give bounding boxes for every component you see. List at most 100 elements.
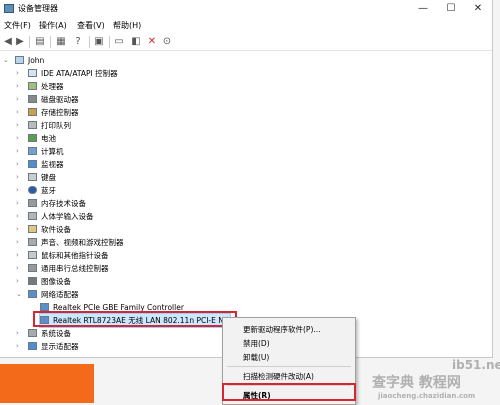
- category-label: 声音、视频和游戏控制器: [41, 238, 124, 247]
- category-label: 软件设备: [41, 225, 71, 234]
- update-driver-icon[interactable]: ◧: [131, 37, 141, 47]
- menu-separator: [227, 366, 351, 367]
- watermark-brand: 查字典 教程网: [372, 375, 461, 391]
- category-label: 键盘: [41, 173, 56, 182]
- system-device-icon: [28, 329, 37, 337]
- expand-arrow-icon[interactable]: ›: [16, 262, 24, 275]
- processor-icon: [28, 82, 37, 90]
- expand-arrow-icon[interactable]: ›: [16, 132, 24, 145]
- memory-device-icon: [28, 199, 37, 207]
- toolbar-separator: [109, 36, 110, 48]
- device-manager-icon: [4, 4, 14, 13]
- expand-arrow-icon[interactable]: ›: [16, 275, 24, 288]
- minimize-button[interactable]: —: [409, 0, 437, 18]
- expand-arrow-icon[interactable]: ›: [16, 236, 24, 249]
- category-label: 电池: [41, 134, 56, 143]
- menu-uninstall[interactable]: 卸载(U): [243, 352, 269, 363]
- menu-update-driver[interactable]: 更新驱动程序软件(P)...: [243, 324, 321, 335]
- category-label: 系统设备: [41, 329, 71, 338]
- category-label: 计算机: [41, 147, 64, 156]
- menu-disable[interactable]: 禁用(D): [243, 338, 270, 349]
- battery-icon: [28, 134, 37, 142]
- properties-icon[interactable]: ▦: [56, 37, 66, 47]
- menu-action[interactable]: 操作(A): [39, 20, 67, 31]
- mouse-icon: [28, 251, 37, 259]
- highlight-box-properties: [222, 383, 356, 401]
- network-adapter-icon: [28, 290, 37, 298]
- watermark-url: jiaocheng.chazidian.com: [378, 392, 476, 400]
- computer-icon: [15, 56, 24, 64]
- forward-icon[interactable]: ▶: [15, 37, 25, 47]
- close-button[interactable]: ✕: [464, 0, 492, 18]
- expand-arrow-icon[interactable]: ›: [16, 197, 24, 210]
- expand-arrow-icon[interactable]: ›: [16, 158, 24, 171]
- uninstall-icon[interactable]: ✕: [147, 37, 157, 47]
- toolbar-separator: [89, 36, 90, 48]
- category-label: 处理器: [41, 82, 64, 91]
- storage-controller-icon: [28, 108, 37, 116]
- maximize-button[interactable]: ☐: [437, 0, 465, 18]
- category-label: 显示适配器: [41, 342, 79, 351]
- expand-arrow-icon[interactable]: ›: [16, 93, 24, 106]
- toolbar-separator: [50, 36, 51, 48]
- ide-controller-icon: [28, 69, 37, 77]
- expand-arrow-icon[interactable]: ›: [16, 210, 24, 223]
- device-manager-window: 设备管理器 — ☐ ✕ 文件(F) 操作(A) 查看(V) 帮助(H) ◀ ▶ …: [0, 0, 493, 358]
- computer-icon: [28, 147, 37, 155]
- expand-arrow-icon[interactable]: ›: [16, 171, 24, 184]
- category-label: 网络适配器: [41, 290, 79, 299]
- expand-arrow-icon[interactable]: ›: [16, 184, 24, 197]
- category-label: 监视器: [41, 160, 64, 169]
- bluetooth-icon: [28, 186, 37, 194]
- expand-arrow-icon[interactable]: ›: [16, 145, 24, 158]
- sheet-icon[interactable]: ▣: [94, 37, 104, 47]
- expand-arrow-icon[interactable]: ›: [16, 249, 24, 262]
- menu-scan-hardware[interactable]: 扫描检测硬件改动(A): [243, 371, 314, 382]
- toolbar-separator: [29, 36, 30, 48]
- back-icon[interactable]: ◀: [3, 37, 13, 47]
- highlight-box-device: [33, 311, 237, 327]
- expand-arrow-icon[interactable]: ›: [16, 80, 24, 93]
- sound-icon: [28, 238, 37, 246]
- scan-hardware-icon[interactable]: ▭: [114, 37, 124, 47]
- collapse-arrow-icon[interactable]: ⌄: [16, 288, 24, 301]
- expand-arrow-icon[interactable]: ›: [16, 223, 24, 236]
- desktop-background: [0, 364, 94, 403]
- expand-arrow-icon[interactable]: ›: [16, 106, 24, 119]
- category-label: IDE ATA/ATAPI 控制器: [41, 69, 118, 78]
- watermark-site: ib51.net: [452, 358, 500, 372]
- expand-arrow-icon[interactable]: ›: [16, 67, 24, 80]
- category-label: 人体学输入设备: [41, 212, 94, 221]
- toolbar: ◀ ▶ ▤ ▦ ? ▣ ▭ ◧ ✕ ⊙: [0, 34, 492, 51]
- category-label: 鼠标和其他指针设备: [41, 251, 109, 260]
- expand-arrow-icon[interactable]: ›: [16, 119, 24, 132]
- title-bar: 设备管理器 — ☐ ✕: [0, 0, 492, 18]
- category-label: 磁盘驱动器: [41, 95, 79, 104]
- collapse-arrow-icon[interactable]: ⌄: [3, 54, 11, 67]
- category-label: 打印队列: [41, 121, 71, 130]
- camera-icon: [28, 277, 37, 285]
- menu-view[interactable]: 查看(V): [77, 20, 105, 31]
- enable-device-icon[interactable]: ⊙: [162, 37, 172, 47]
- usb-icon: [28, 264, 37, 272]
- display-adapter-icon: [28, 342, 37, 350]
- menu-help[interactable]: 帮助(H): [113, 20, 141, 31]
- network-adapter-icon: [40, 303, 49, 311]
- help-icon[interactable]: ?: [73, 37, 83, 47]
- expand-arrow-icon[interactable]: ›: [16, 327, 24, 340]
- monitor-icon: [28, 160, 37, 168]
- category-label: 内存技术设备: [41, 199, 86, 208]
- software-device-icon: [28, 225, 37, 233]
- category-label: 通用串行总线控制器: [41, 264, 109, 273]
- category-label: 蓝牙: [41, 186, 56, 195]
- show-hide-tree-icon[interactable]: ▤: [35, 37, 45, 47]
- window-title: 设备管理器: [18, 4, 58, 13]
- expand-arrow-icon[interactable]: ›: [16, 340, 24, 353]
- category-label: 存储控制器: [41, 108, 79, 117]
- menu-bar: 文件(F) 操作(A) 查看(V) 帮助(H): [0, 18, 492, 34]
- category-label: 图像设备: [41, 277, 71, 286]
- keyboard-icon: [28, 173, 37, 181]
- printer-icon: [28, 121, 37, 129]
- menu-file[interactable]: 文件(F): [4, 20, 31, 31]
- hid-icon: [28, 212, 37, 220]
